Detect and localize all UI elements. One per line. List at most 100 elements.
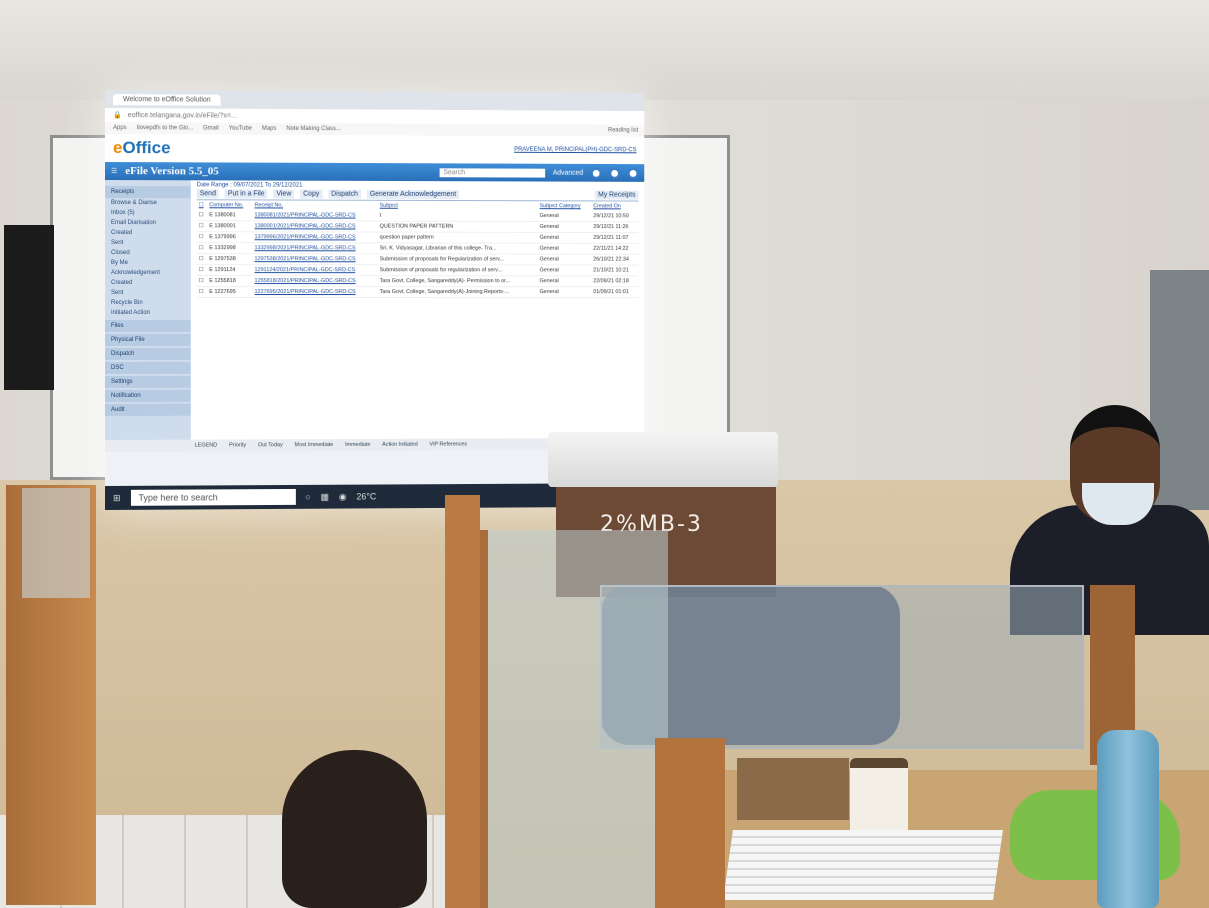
select-all-checkbox[interactable]: ☐: [197, 200, 208, 210]
excel-icon[interactable]: ▦: [321, 491, 329, 502]
copy-button[interactable]: Copy: [300, 190, 322, 199]
sidebar-item[interactable]: Sent: [105, 238, 191, 248]
taskbar-search[interactable]: Type here to search: [131, 489, 296, 506]
receipt-no-cell[interactable]: 1379996/2021/PRINCIPAL-GDC-SRD-CS: [253, 232, 378, 243]
table-row[interactable]: ☐ E 1379996 1379996/2021/PRINCIPAL-GDC-SRD…: [197, 232, 639, 244]
col-subject[interactable]: Subject: [378, 201, 538, 211]
sidebar-item[interactable]: Browse & Diarise: [105, 198, 191, 208]
partition-middle: [445, 495, 480, 908]
subject-cell: question paper pattern: [378, 232, 538, 243]
col-category[interactable]: Subject Category: [538, 201, 592, 211]
subject-cell: QUESTION PAPER PATTERN: [378, 221, 538, 232]
reading-list[interactable]: Reading list: [608, 128, 644, 134]
row-checkbox[interactable]: ☐: [197, 276, 208, 287]
search-input[interactable]: Search: [439, 168, 545, 177]
sidebar-item[interactable]: Inbox (5): [105, 208, 191, 218]
projector: [548, 432, 778, 487]
sidebar-item[interactable]: Acknowledgement: [105, 268, 191, 278]
sidebar-item[interactable]: Created: [105, 278, 191, 288]
computer-no-cell: E 1255818: [207, 276, 252, 287]
computer-no-cell: E 1291124: [207, 265, 252, 276]
subject-cell: Sri. K. Vidyasagar, Librarian of this co…: [378, 243, 538, 254]
sidebar-item[interactable]: Closed: [105, 248, 191, 258]
power-icon[interactable]: [628, 168, 639, 179]
receipt-no-cell[interactable]: 1255818/2021/PRINCIPAL-GDC-SRD-CS: [253, 276, 378, 287]
receipt-no-cell[interactable]: 1297538/2021/PRINCIPAL-GDC-SRD-CS: [253, 254, 378, 265]
table-row[interactable]: ☐ E 1380001 1380001/2021/PRINCIPAL-GDC-SRD…: [197, 221, 639, 233]
created-on-cell: 29/12/21 10:50: [591, 211, 638, 221]
browser-tab[interactable]: Welcome to eOffice Solution: [113, 94, 221, 106]
table-row[interactable]: ☐ E 1291124 1291124/2021/PRINCIPAL-GDC-SRD…: [197, 265, 639, 276]
subject-cell: Submission of proposals for Regularizati…: [378, 254, 538, 265]
wood-post-front: [655, 738, 725, 908]
table-row[interactable]: ☐ E 1227695 1227695/2021/PRINCIPAL-GDC-SRD…: [197, 287, 639, 298]
glass-left: [22, 488, 90, 598]
sidebar-section[interactable]: Dispatch: [105, 348, 191, 360]
category-cell: General: [538, 276, 592, 287]
receipt-filter-select[interactable]: My Receipts: [595, 191, 638, 200]
col-receipt-no[interactable]: Receipt No.: [253, 200, 378, 210]
table-row[interactable]: ☐ E 1332998 1332998/2021/PRINCIPAL-GDC-SRD…: [197, 243, 639, 255]
created-on-cell: 01/09/21 01:01: [591, 287, 638, 298]
bookmark[interactable]: Maps: [262, 126, 277, 132]
bookmark[interactable]: Gmail: [203, 125, 219, 131]
col-created-on[interactable]: Created On: [591, 201, 638, 211]
category-cell: General: [538, 243, 592, 254]
sidebar-item[interactable]: Email Diarisation: [105, 218, 191, 228]
table-row[interactable]: ☐ E 1297538 1297538/2021/PRINCIPAL-GDC-SRD…: [197, 254, 639, 265]
paper-stack: [723, 830, 1003, 900]
receipt-no-cell[interactable]: 1380001/2021/PRINCIPAL-GDC-SRD-CS: [253, 221, 378, 232]
row-checkbox[interactable]: ☐: [197, 254, 208, 265]
water-bottle: [1097, 730, 1159, 908]
bookmark[interactable]: YouTube: [229, 126, 252, 132]
row-checkbox[interactable]: ☐: [197, 221, 208, 232]
windows-start-icon[interactable]: ⊞: [113, 492, 121, 503]
sidebar-item[interactable]: Created: [105, 228, 191, 238]
legend-item: Immediate: [345, 442, 370, 448]
sidebar-section[interactable]: DSC: [105, 362, 191, 374]
sidebar-section[interactable]: Files: [105, 320, 191, 332]
sidebar-item[interactable]: Recycle Bin: [105, 298, 191, 308]
help-icon[interactable]: [591, 167, 602, 178]
menu-icon[interactable]: ☰: [111, 167, 117, 175]
receipt-no-cell[interactable]: 1291124/2021/PRINCIPAL-GDC-SRD-CS: [253, 265, 378, 276]
bookmark[interactable]: Apps: [113, 125, 127, 131]
send-button[interactable]: Send: [197, 189, 219, 198]
row-checkbox[interactable]: ☐: [197, 210, 208, 220]
view-button[interactable]: View: [273, 190, 294, 199]
generate-ack-button[interactable]: Generate Acknowledgement: [367, 190, 459, 199]
table-row[interactable]: ☐ E 1255818 1255818/2021/PRINCIPAL-GDC-SRD…: [197, 276, 639, 287]
receipt-no-cell[interactable]: 1380081/2021/PRINCIPAL-GDC-SRD-CS: [253, 210, 378, 221]
lock-icon: 🔒: [113, 111, 122, 119]
bookmark[interactable]: Ilovepdfs to the Glo...: [137, 125, 193, 131]
user-name[interactable]: PRAVEENA M, PRINCIPAL(PH)-GDC-SRD-CS: [514, 147, 636, 153]
sidebar-item[interactable]: By Me: [105, 258, 191, 268]
col-computer-no[interactable]: Computer No.: [207, 200, 252, 210]
sidebar-section[interactable]: Physical File: [105, 334, 191, 346]
weather-text[interactable]: 26°C: [356, 491, 376, 501]
row-checkbox[interactable]: ☐: [197, 265, 208, 276]
computer-no-cell: E 1227695: [207, 287, 252, 298]
row-checkbox[interactable]: ☐: [197, 287, 208, 298]
task-view-icon[interactable]: ○: [305, 492, 310, 502]
table-body: ☐ E 1380081 1380081/2021/PRINCIPAL-GDC-SRD…: [197, 210, 639, 297]
dispatch-button[interactable]: Dispatch: [328, 190, 361, 199]
put-in-file-button[interactable]: Put in a File: [225, 189, 268, 198]
bookmark[interactable]: Note Making Class...: [286, 126, 341, 132]
browser-icon[interactable]: ◉: [339, 491, 347, 502]
sidebar-head-receipts[interactable]: Receipts: [105, 186, 191, 198]
settings-icon[interactable]: [609, 167, 620, 178]
row-checkbox[interactable]: ☐: [197, 232, 208, 243]
receipt-no-cell[interactable]: 1227695/2021/PRINCIPAL-GDC-SRD-CS: [253, 287, 378, 298]
advanced-link[interactable]: Advanced: [553, 169, 583, 176]
address-text: eoffice.telangana.gov.in/eFile/?x=...: [128, 112, 237, 120]
sidebar-item[interactable]: Sent: [105, 288, 191, 298]
receipt-no-cell[interactable]: 1332998/2021/PRINCIPAL-GDC-SRD-CS: [253, 243, 378, 254]
computer-no-cell: E 1297538: [207, 254, 252, 265]
receipts-table: ☐ Computer No. Receipt No. Subject Subje…: [197, 200, 639, 298]
sidebar-item[interactable]: Initiated Action: [105, 308, 191, 318]
row-checkbox[interactable]: ☐: [197, 243, 208, 254]
sidebar-section[interactable]: Settings: [105, 376, 191, 388]
sidebar-section[interactable]: Notification: [105, 390, 191, 402]
sidebar-section[interactable]: Audit: [105, 404, 191, 416]
